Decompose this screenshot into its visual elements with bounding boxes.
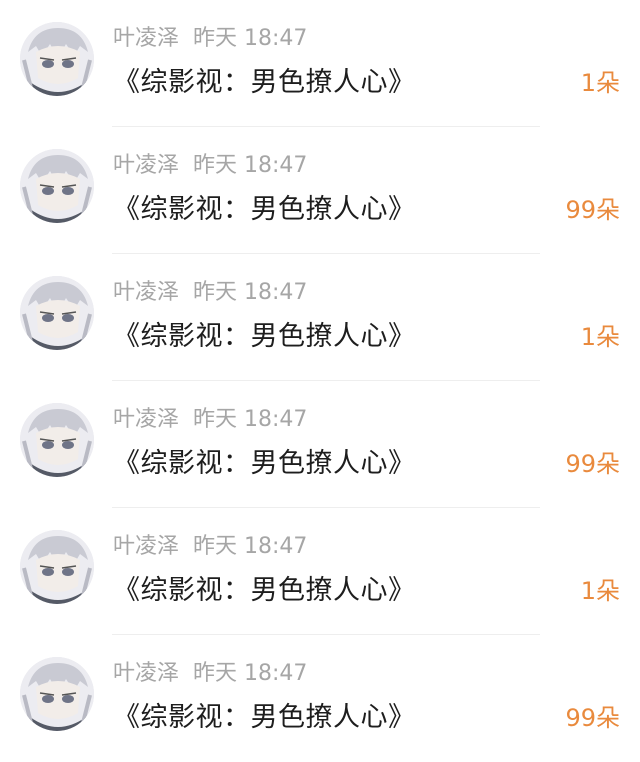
- anime-avatar-icon: [20, 149, 94, 223]
- book-title: 《综影视：男色撩人心》: [113, 448, 416, 479]
- item-meta: 叶凌泽 昨天 18:47: [113, 528, 307, 560]
- gift-record-list: 叶凌泽 昨天 18:47 《综影视：男色撩人心》 1朵 叶凌泽 昨天 18:47 《…: [0, 0, 640, 745]
- sender-name: 叶凌泽: [113, 26, 180, 51]
- book-title: 《综影视：男色撩人心》: [113, 321, 416, 352]
- book-title: 《综影视：男色撩人心》: [113, 575, 416, 606]
- gift-count: 99朵: [565, 450, 620, 478]
- timestamp: 昨天 18:47: [193, 661, 308, 686]
- item-meta: 叶凌泽 昨天 18:47: [113, 401, 307, 433]
- avatar[interactable]: [20, 657, 94, 731]
- anime-avatar-icon: [20, 403, 94, 477]
- avatar[interactable]: [20, 276, 94, 350]
- sender-name: 叶凌泽: [113, 534, 180, 559]
- timestamp: 昨天 18:47: [193, 26, 308, 51]
- list-item[interactable]: 叶凌泽 昨天 18:47 《综影视：男色撩人心》 99朵: [0, 127, 640, 254]
- avatar[interactable]: [20, 403, 94, 477]
- book-title: 《综影视：男色撩人心》: [113, 67, 416, 98]
- list-item[interactable]: 叶凌泽 昨天 18:47 《综影视：男色撩人心》 99朵: [0, 635, 640, 762]
- timestamp: 昨天 18:47: [193, 407, 308, 432]
- sender-name: 叶凌泽: [113, 407, 180, 432]
- anime-avatar-icon: [20, 657, 94, 731]
- anime-avatar-icon: [20, 276, 94, 350]
- sender-name: 叶凌泽: [113, 280, 180, 305]
- list-item[interactable]: 叶凌泽 昨天 18:47 《综影视：男色撩人心》 1朵: [0, 508, 640, 635]
- item-meta: 叶凌泽 昨天 18:47: [113, 147, 307, 179]
- gift-count: 99朵: [565, 704, 620, 732]
- item-meta: 叶凌泽 昨天 18:47: [113, 20, 307, 52]
- gift-count: 99朵: [565, 196, 620, 224]
- gift-count: 1朵: [580, 577, 620, 605]
- avatar[interactable]: [20, 149, 94, 223]
- anime-avatar-icon: [20, 530, 94, 604]
- list-item[interactable]: 叶凌泽 昨天 18:47 《综影视：男色撩人心》 1朵: [0, 0, 640, 127]
- book-title: 《综影视：男色撩人心》: [113, 702, 416, 733]
- book-title: 《综影视：男色撩人心》: [113, 194, 416, 225]
- anime-avatar-icon: [20, 22, 94, 96]
- item-meta: 叶凌泽 昨天 18:47: [113, 274, 307, 306]
- gift-count: 1朵: [580, 323, 620, 351]
- list-item[interactable]: 叶凌泽 昨天 18:47 《综影视：男色撩人心》 1朵: [0, 254, 640, 381]
- avatar[interactable]: [20, 530, 94, 604]
- avatar[interactable]: [20, 22, 94, 96]
- list-item[interactable]: 叶凌泽 昨天 18:47 《综影视：男色撩人心》 99朵: [0, 381, 640, 508]
- item-meta: 叶凌泽 昨天 18:47: [113, 655, 307, 687]
- sender-name: 叶凌泽: [113, 153, 180, 178]
- sender-name: 叶凌泽: [113, 661, 180, 686]
- timestamp: 昨天 18:47: [193, 534, 308, 559]
- gift-count: 1朵: [580, 69, 620, 97]
- timestamp: 昨天 18:47: [193, 280, 308, 305]
- timestamp: 昨天 18:47: [193, 153, 308, 178]
